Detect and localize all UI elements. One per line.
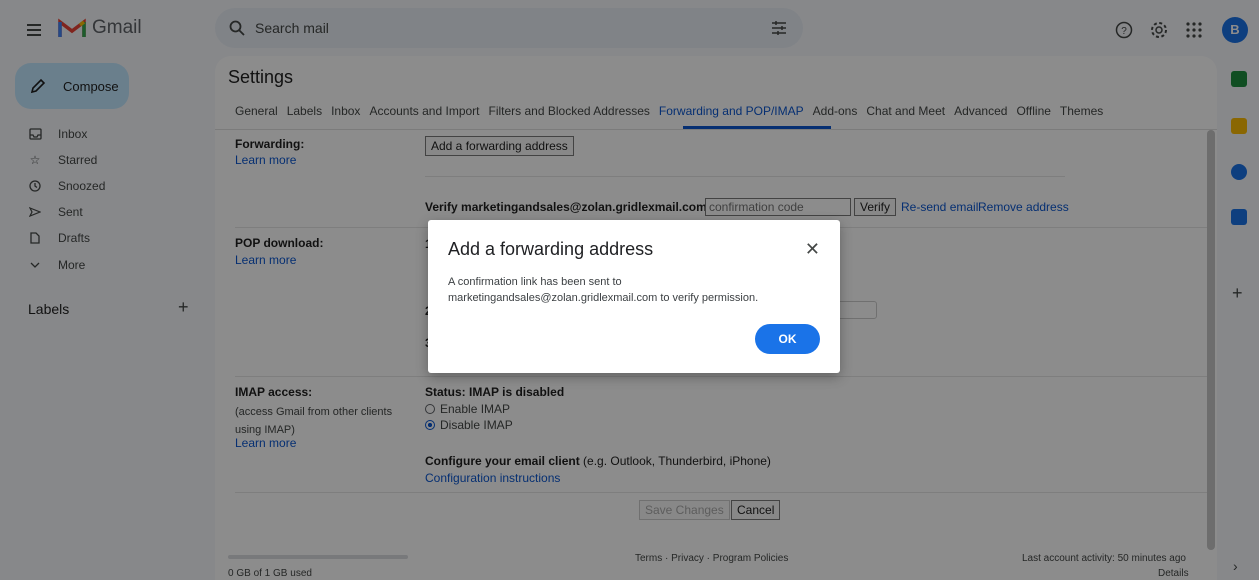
dialog-title: Add a forwarding address	[448, 239, 654, 259]
dialog-message: A confirmation link has been sent to mar…	[448, 276, 759, 304]
forwarding-dialog: Add a forwarding address ✕ A confirmatio…	[428, 220, 840, 373]
close-icon[interactable]: ✕	[805, 239, 820, 260]
ok-button[interactable]: OK	[755, 324, 820, 354]
